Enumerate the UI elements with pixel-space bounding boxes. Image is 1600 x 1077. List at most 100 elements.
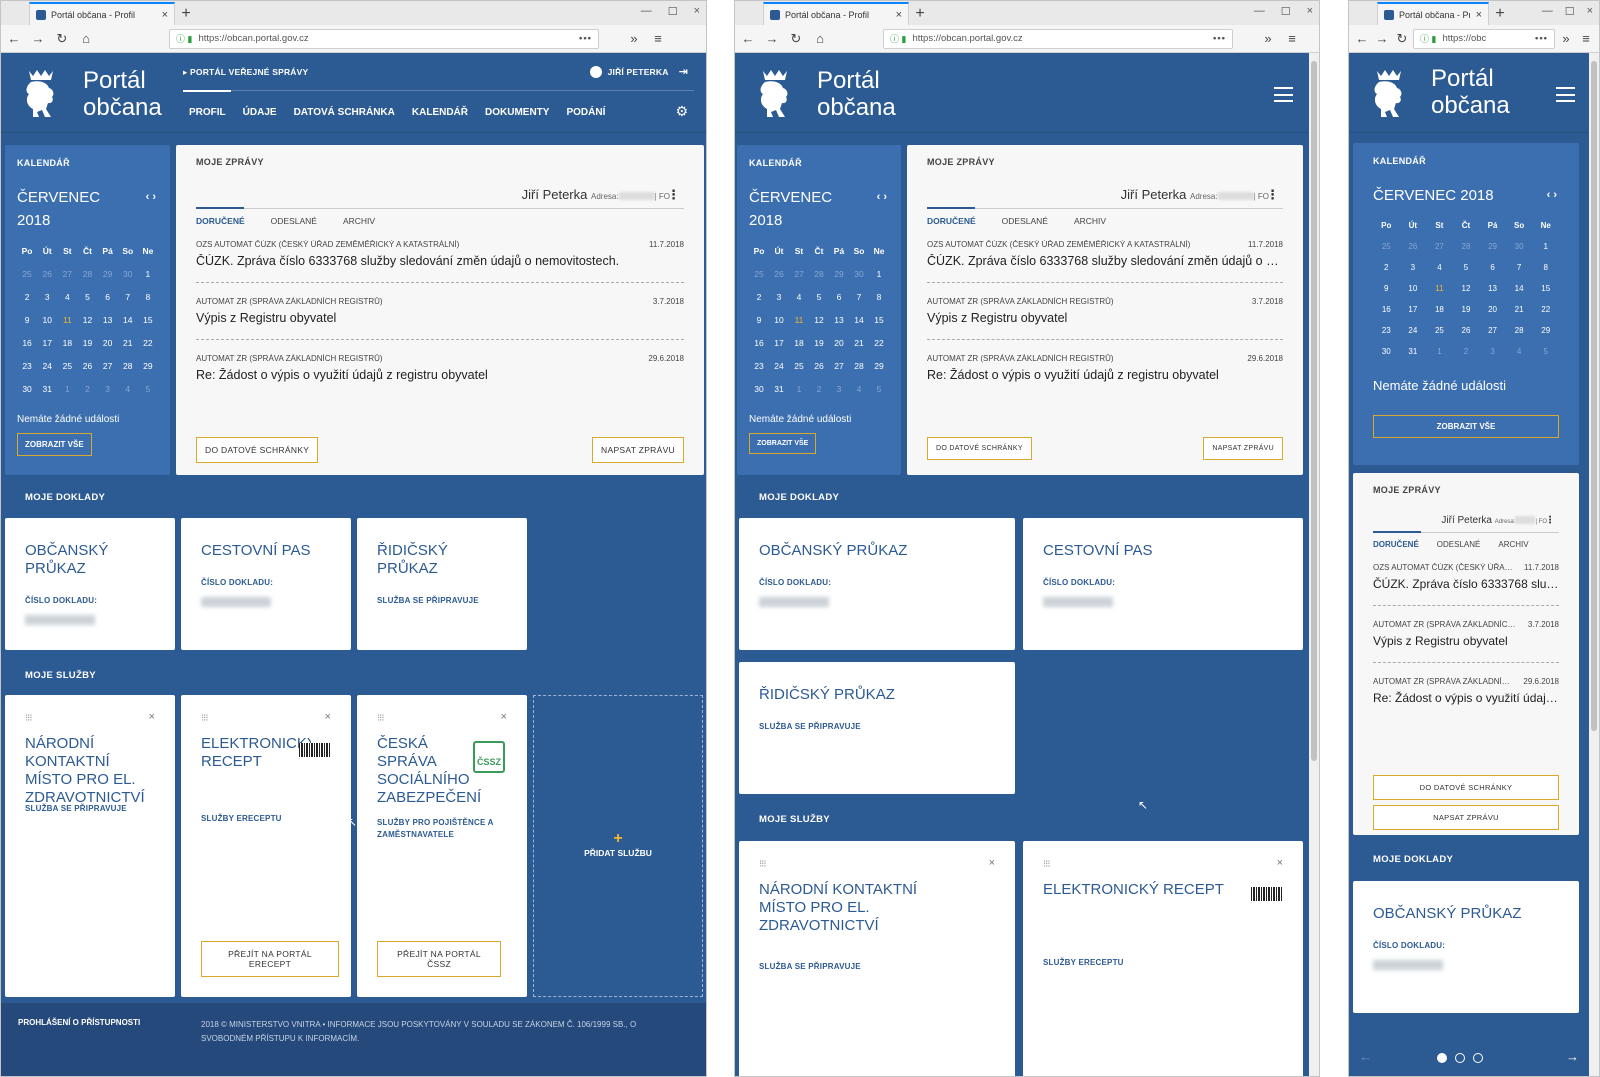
page-actions-icon[interactable]: ••• xyxy=(1535,33,1548,44)
calendar-day[interactable]: 1 xyxy=(1426,347,1453,356)
erecept-button[interactable]: PŘEJÍT NA PORTÁL ERECEPT xyxy=(201,941,339,977)
calendar-day[interactable]: 2 xyxy=(77,384,97,394)
tab-archiv[interactable]: ARCHIV xyxy=(1498,540,1528,549)
calendar-day[interactable]: 3 xyxy=(769,292,789,302)
calendar-day[interactable]: 5 xyxy=(138,384,158,394)
tab-doručené[interactable]: DORUČENÉ xyxy=(1373,540,1419,549)
close-window-icon[interactable]: × xyxy=(1307,5,1313,18)
reload-icon[interactable]: ↻ xyxy=(1393,31,1411,47)
url-bar[interactable]: ⓘ ▮ https://obcan.portal.gov.cz ••• xyxy=(883,28,1233,49)
drag-icon[interactable]: ⁝⁝⁝ xyxy=(1043,859,1050,870)
tab-archiv[interactable]: ARCHIV xyxy=(343,216,375,226)
calendar-day[interactable]: 15 xyxy=(1532,284,1559,293)
calendar-day[interactable]: 9 xyxy=(1373,284,1400,293)
menu-icon[interactable]: ≡ xyxy=(1577,31,1595,46)
calendar-day[interactable]: 22 xyxy=(138,338,158,348)
calendar-day[interactable]: 7 xyxy=(1506,263,1533,272)
browser-tab[interactable]: Portál občana - Profil × xyxy=(763,2,909,25)
carousel-next-icon[interactable]: → xyxy=(1566,1049,1579,1064)
calendar-day[interactable]: 5 xyxy=(1532,347,1559,356)
minimize-icon[interactable]: — xyxy=(641,5,652,18)
close-tab-icon[interactable]: × xyxy=(162,9,168,21)
calendar-day[interactable]: 13 xyxy=(1479,284,1506,293)
kebab-icon[interactable]: ⋮ xyxy=(1545,515,1555,526)
calendar-day[interactable]: 2 xyxy=(17,292,37,302)
calendar-day[interactable]: 10 xyxy=(769,315,789,325)
calendar-day[interactable]: 26 xyxy=(769,269,789,279)
calendar-day[interactable]: 25 xyxy=(17,269,37,279)
kebab-icon[interactable]: ⋮ xyxy=(667,187,680,203)
browser-tab[interactable]: Portál občana - Pr × xyxy=(1377,2,1489,25)
menu-item-datova-schranka[interactable]: DATOVÁ SCHRÁNKA xyxy=(294,107,395,118)
calendar-day[interactable]: 1 xyxy=(1532,242,1559,251)
menu-icon[interactable]: ≡ xyxy=(649,31,667,46)
calendar-day[interactable]: 2 xyxy=(749,292,769,302)
calendar-day[interactable]: 16 xyxy=(17,338,37,348)
calendar-day[interactable]: 17 xyxy=(37,338,57,348)
reload-icon[interactable]: ↻ xyxy=(53,31,71,47)
calendar-day[interactable]: 28 xyxy=(849,361,869,371)
brand-title[interactable]: Portál občana xyxy=(83,67,162,121)
portal-link[interactable]: ▸ PORTÁL VEŘEJNÉ SPRÁVY xyxy=(183,67,308,78)
doc-card-obcansky[interactable]: OBČANSKÝ PRŮKAZ ČÍSLO DOKLADU: xyxy=(739,518,1015,650)
forward-icon[interactable]: → xyxy=(29,31,47,46)
calendar-day[interactable]: 26 xyxy=(77,361,97,371)
calendar-day[interactable]: 6 xyxy=(98,292,118,302)
calendar-day[interactable]: 2 xyxy=(1373,263,1400,272)
menu-item-kalendar[interactable]: KALENDÁŘ xyxy=(412,107,468,118)
browser-tab[interactable]: Portál občana - Profil × xyxy=(29,2,175,25)
calendar-day[interactable]: 26 xyxy=(1453,326,1480,335)
drag-icon[interactable]: ⁝⁝⁝ xyxy=(759,859,766,870)
calendar-day[interactable]: 9 xyxy=(17,315,37,325)
calendar-day[interactable]: 8 xyxy=(138,292,158,302)
show-all-button[interactable]: ZOBRAZIT VŠE xyxy=(17,433,92,456)
user-area[interactable]: JIŘÍ PETERKA ⇥ xyxy=(589,65,688,78)
forward-icon[interactable]: → xyxy=(1373,31,1391,46)
calendar-day[interactable]: 27 xyxy=(57,269,77,279)
logout-icon[interactable]: ⇥ xyxy=(679,65,688,78)
tab-odeslané[interactable]: ODESLANÉ xyxy=(1437,540,1481,549)
inbox-button[interactable]: DO DATOVÉ SCHRÁNKY xyxy=(196,437,319,463)
calendar-day[interactable]: 23 xyxy=(17,361,37,371)
calendar-day[interactable]: 22 xyxy=(1532,305,1559,314)
calendar-day[interactable]: 29 xyxy=(1532,326,1559,335)
calendar-day[interactable]: 20 xyxy=(829,338,849,348)
calendar-day[interactable]: 21 xyxy=(118,338,138,348)
calendar-day[interactable]: 5 xyxy=(869,384,889,394)
calendar-day[interactable]: 26 xyxy=(37,269,57,279)
calendar-day[interactable]: 5 xyxy=(809,292,829,302)
inbox-button[interactable]: DO DATOVÉ SCHRÁNKY xyxy=(927,437,1032,460)
message-row[interactable]: OZS AUTOMAT ČÚZK (ČESKÝ ÚŘAD ZEMĚMĚŘICKÝ… xyxy=(1373,549,1559,606)
calendar-day[interactable]: 16 xyxy=(1373,305,1400,314)
calendar-day[interactable]: 28 xyxy=(1506,326,1533,335)
calendar-day[interactable]: 4 xyxy=(57,292,77,302)
menu-item-dokumenty[interactable]: DOKUMENTY xyxy=(485,107,549,118)
add-service-tile[interactable]: + PŘIDAT SLUŽBU xyxy=(533,695,703,997)
tab-odeslané[interactable]: ODESLANÉ xyxy=(1002,216,1048,226)
calendar-day[interactable]: 28 xyxy=(118,361,138,371)
calendar-day[interactable]: 18 xyxy=(789,338,809,348)
doc-card-ridicsky[interactable]: ŘIDIČSKÝ PRŮKAZ SLUŽBA SE PŘIPRAVUJE xyxy=(739,662,1015,794)
calendar-day[interactable]: 2 xyxy=(1453,347,1480,356)
calendar-day[interactable]: 1 xyxy=(869,269,889,279)
carousel-prev-icon[interactable]: ← xyxy=(1359,1049,1372,1064)
calendar-day[interactable]: 28 xyxy=(1453,242,1480,251)
overflow-icon[interactable]: » xyxy=(625,31,643,46)
message-row[interactable]: AUTOMAT ZR (SPRÁVA ZÁKLADNÍCH REGISTRŮ) 2… xyxy=(1373,663,1559,719)
calendar-day[interactable]: 19 xyxy=(1453,305,1480,314)
menu-item-podani[interactable]: PODÁNÍ xyxy=(566,107,605,118)
calendar-day[interactable]: 6 xyxy=(829,292,849,302)
calendar-day[interactable]: 24 xyxy=(1400,326,1427,335)
calendar-day[interactable]: 3 xyxy=(1479,347,1506,356)
calendar-day[interactable]: 29 xyxy=(869,361,889,371)
calendar-day[interactable]: 4 xyxy=(789,292,809,302)
forward-icon[interactable]: → xyxy=(763,31,781,46)
calendar-day[interactable]: 3 xyxy=(98,384,118,394)
minimize-icon[interactable]: — xyxy=(1542,5,1553,18)
calendar-day[interactable]: 3 xyxy=(1400,263,1427,272)
calendar-day[interactable]: 14 xyxy=(1506,284,1533,293)
drag-icon[interactable]: ⁝⁝⁝ xyxy=(25,713,32,724)
calendar-day[interactable]: 25 xyxy=(57,361,77,371)
new-tab-icon[interactable]: + xyxy=(175,3,197,25)
tab-doručené[interactable]: DORUČENÉ xyxy=(927,216,976,226)
